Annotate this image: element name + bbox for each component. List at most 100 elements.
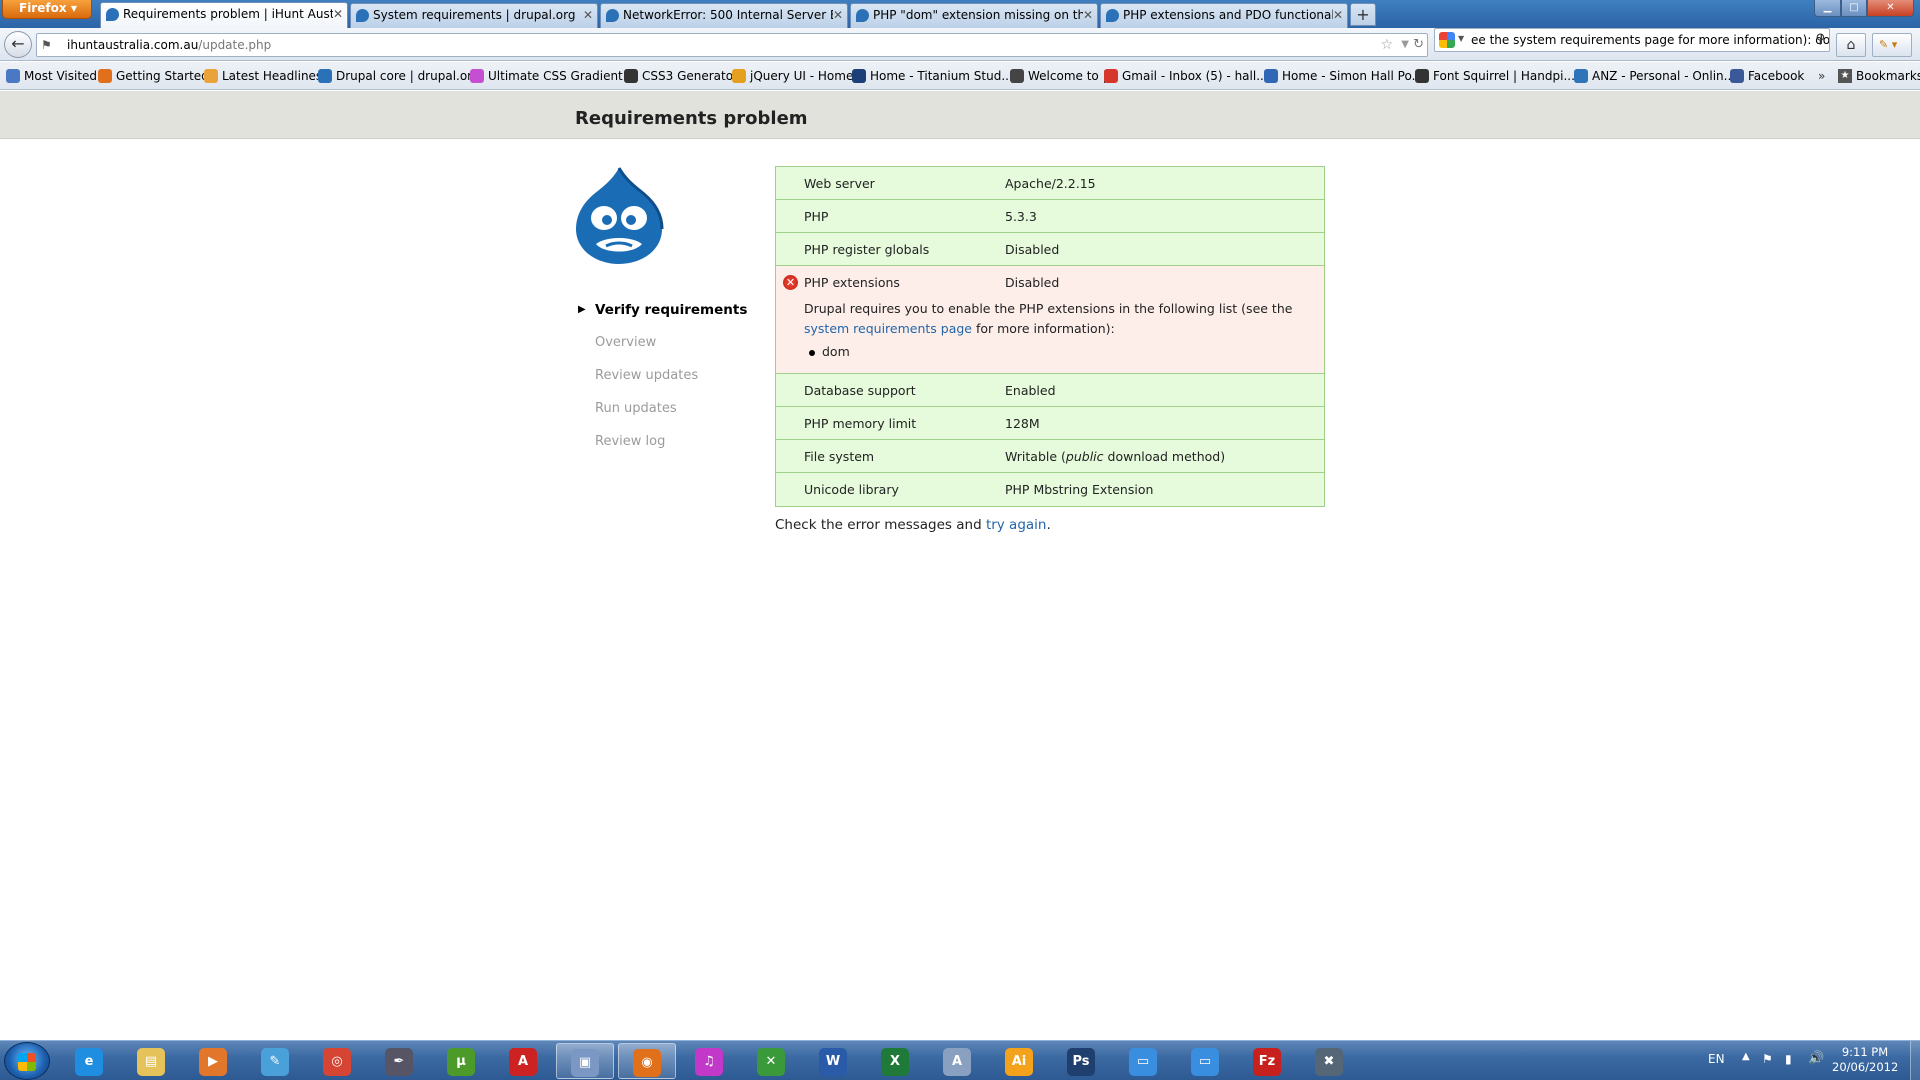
start-button[interactable] [4, 1042, 50, 1080]
taskbar-app-media-player[interactable]: ▶ [184, 1043, 242, 1079]
taskbar-app-notepad[interactable]: ✎ [246, 1043, 304, 1079]
tab-requirements-problem[interactable]: Requirements problem | iHunt Austra... ✕ [100, 2, 348, 28]
excel-icon: X [881, 1048, 909, 1076]
bookmark-item[interactable]: Drupal core | drupal.org [316, 66, 480, 86]
tab-php-dom-extension[interactable]: PHP "dom" extension missing on the ... ✕ [850, 3, 1098, 28]
taskbar-app-xmind[interactable]: ✕ [742, 1043, 800, 1079]
rss-icon [204, 69, 218, 83]
taskbar-app-firefox[interactable]: ◉ [618, 1043, 676, 1079]
missing-extensions-list: dom [804, 342, 1312, 362]
filezilla-icon: Fz [1253, 1048, 1281, 1076]
tab-network-error[interactable]: NetworkError: 500 Internal Server Erro..… [600, 3, 848, 28]
bookmarks-menu-button[interactable]: ★ Bookmarks [1836, 66, 1920, 86]
close-icon[interactable]: ✕ [833, 4, 843, 27]
url-bar[interactable]: ⚑ ihuntaustralia.com.au/update.php ☆ ▼ ↻ [36, 33, 1428, 57]
taskbar-app-acrobat[interactable]: A [494, 1043, 552, 1079]
bookmark-star-icon[interactable]: ☆ [1380, 34, 1393, 56]
back-button[interactable]: ← [4, 31, 32, 58]
taskbar-app-internet-explorer[interactable]: e [60, 1043, 118, 1079]
requirement-title: Database support [804, 383, 916, 398]
bookmark-label: Gmail - Inbox (5) - hall... [1122, 69, 1268, 83]
close-icon[interactable]: ✕ [1083, 4, 1093, 27]
try-again-link[interactable]: try again [986, 517, 1047, 533]
requirement-title: PHP extensions [804, 275, 900, 290]
firefox-menu-button[interactable]: Firefox ▼ [2, 0, 92, 19]
bookmarks-star-icon: ★ [1838, 69, 1852, 83]
bookmark-item[interactable]: Most Visited [4, 66, 97, 86]
file-manager-icon: ▣ [571, 1049, 599, 1077]
maximize-button[interactable]: □ [1841, 0, 1867, 17]
firefox-icon: ◉ [633, 1049, 661, 1077]
minimize-button[interactable]: ▁ [1814, 0, 1841, 17]
hunt-icon [1010, 69, 1024, 83]
bookmark-item[interactable]: Facebook [1728, 66, 1804, 86]
bookmark-item[interactable]: Home - Titanium Stud... [850, 66, 1013, 86]
taskbar-app-excel[interactable]: X [866, 1043, 924, 1079]
system-requirements-link[interactable]: system requirements page [804, 321, 972, 336]
notepad-icon: ✎ [261, 1048, 289, 1076]
bookmark-item[interactable]: Getting Started [96, 66, 209, 86]
google-icon[interactable] [1439, 32, 1455, 48]
bookmark-item[interactable]: CSS3 Generator [622, 66, 738, 86]
site-identity-icon[interactable]: ⚑ [41, 37, 57, 53]
tab-php-extensions-pdo[interactable]: PHP extensions and PDO functionalit... ✕ [1100, 3, 1348, 28]
requirement-row-register-globals: PHP register globals Disabled [776, 233, 1324, 266]
requirement-row-file-system: File system Writable (public download me… [776, 440, 1324, 473]
taskbar-app-windows-explorer[interactable]: ▤ [122, 1043, 180, 1079]
close-window-button[interactable]: ✕ [1867, 0, 1914, 17]
requirement-value: 5.3.3 [1005, 209, 1037, 224]
show-hidden-icons-icon[interactable]: ▲ [1742, 1051, 1750, 1062]
bookmark-item[interactable]: jQuery UI - Home [730, 66, 853, 86]
task-label: Review log [595, 434, 666, 449]
bookmark-item[interactable]: Font Squirrel | Handpi... [1413, 66, 1575, 86]
bookmark-item[interactable]: Home - Simon Hall Po... [1262, 66, 1423, 86]
network-icon[interactable]: ▮ [1785, 1052, 1792, 1066]
drupal-favicon-icon [856, 9, 869, 22]
language-indicator[interactable]: EN [1708, 1052, 1725, 1066]
taskbar-app-illustrator[interactable]: Ai [990, 1043, 1048, 1079]
taskbar-app-itunes[interactable]: ♫ [680, 1043, 738, 1079]
taskbar-app-pen-tool[interactable]: ✒ [370, 1043, 428, 1079]
taskbar-app-utorrent[interactable]: µ [432, 1043, 490, 1079]
show-desktop-button[interactable] [1910, 1041, 1920, 1080]
missing-extension-item: dom [804, 342, 1312, 362]
taskbar-app-font-viewer[interactable]: A [928, 1043, 986, 1079]
volume-icon[interactable]: 🔊 [1808, 1051, 1824, 1066]
tab-system-requirements[interactable]: System requirements | drupal.org ✕ [350, 3, 598, 28]
bookmark-item[interactable]: ANZ - Personal - Onlin... [1572, 66, 1735, 86]
addon-button[interactable]: ✎ ▾ [1872, 33, 1912, 57]
taskbar-app-x-app[interactable]: ✖ [1300, 1043, 1358, 1079]
taskbar-app-chrome[interactable]: ◎ [308, 1043, 366, 1079]
windows-logo-icon [18, 1053, 36, 1071]
history-dropdown-icon[interactable]: ▼ [1401, 34, 1409, 56]
taskbar-app-app-window-2[interactable]: ▭ [1176, 1043, 1234, 1079]
reload-icon[interactable]: ↻ [1413, 34, 1424, 56]
taskbar-app-word[interactable]: W [804, 1043, 862, 1079]
new-tab-button[interactable]: + [1350, 3, 1376, 26]
bookmark-item[interactable]: Welcome to | [1008, 66, 1107, 86]
close-icon[interactable]: ✕ [1333, 4, 1343, 27]
word-icon: W [819, 1048, 847, 1076]
bookmarks-overflow-button[interactable]: » [1818, 66, 1825, 86]
bookmark-item[interactable]: Latest Headlines [202, 66, 322, 86]
chrome-icon: ◎ [323, 1048, 351, 1076]
taskbar-app-file-manager[interactable]: ▣ [556, 1043, 614, 1079]
home-button[interactable]: ⌂ [1836, 33, 1866, 57]
taskbar-app-photoshop[interactable]: Ps [1052, 1043, 1110, 1079]
action-center-icon[interactable]: ⚑ [1762, 1052, 1773, 1066]
clock[interactable]: 9:11 PM 20/06/2012 [1832, 1045, 1898, 1075]
task-label: Overview [595, 335, 657, 350]
requirement-value: Disabled [1005, 242, 1060, 257]
requirement-value: PHP Mbstring Extension [1005, 482, 1154, 497]
search-input[interactable]: ▼ ee the system requirements page for mo… [1434, 28, 1830, 52]
chevron-down-icon[interactable]: ▼ [1458, 29, 1464, 50]
bookmark-item[interactable]: Ultimate CSS Gradient ... [468, 66, 638, 86]
requirement-title: PHP register globals [804, 242, 930, 257]
bookmark-item[interactable]: Gmail - Inbox (5) - hall... [1102, 66, 1268, 86]
error-icon: ✕ [783, 275, 798, 290]
close-icon[interactable]: ✕ [583, 4, 593, 27]
taskbar-app-app-window-1[interactable]: ▭ [1114, 1043, 1172, 1079]
search-icon[interactable]: ⚲ [1815, 29, 1825, 51]
close-icon[interactable]: ✕ [333, 3, 343, 26]
taskbar-app-filezilla[interactable]: Fz [1238, 1043, 1296, 1079]
